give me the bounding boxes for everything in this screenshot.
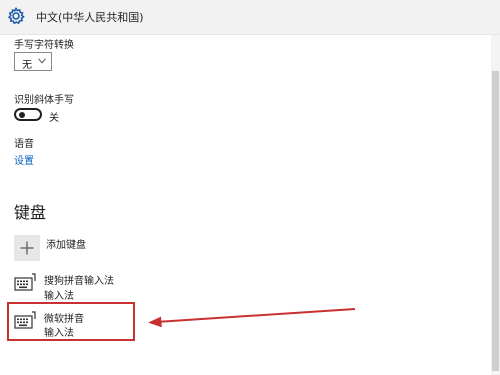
toggle-state-label: 关 <box>49 113 59 124</box>
plus-icon <box>20 241 34 255</box>
add-keyboard-label[interactable]: 添加键盘 <box>46 236 86 251</box>
highlight-box <box>7 302 135 341</box>
keyboard-icon <box>14 273 36 291</box>
toggle-knob <box>19 112 25 118</box>
red-arrow-annotation <box>148 308 356 328</box>
speech-settings-link[interactable]: 设置 <box>14 152 34 167</box>
add-keyboard-button[interactable] <box>14 235 40 261</box>
title-bar: 中文(中华人民共和国) <box>0 0 500 35</box>
handwriting-conversion-label: 手写字符转换 <box>14 40 74 51</box>
scrollbar[interactable] <box>491 35 500 375</box>
speech-label: 语音 <box>14 139 34 150</box>
handwriting-conversion-dropdown[interactable]: 无 <box>14 52 52 71</box>
keyboard-item-name[interactable]: 搜狗拼音输入法 <box>44 272 114 287</box>
italic-handwriting-toggle[interactable] <box>14 108 42 121</box>
chevron-down-icon <box>38 58 46 64</box>
italic-handwriting-label: 识别斜体手写 <box>14 95 74 106</box>
dropdown-selected-value: 无 <box>22 60 32 71</box>
keyboard-item-type: 输入法 <box>44 291 74 302</box>
scrollbar-thumb[interactable] <box>492 71 499 371</box>
keyboard-section-title: 键盘 <box>14 203 47 222</box>
gear-icon[interactable] <box>6 6 26 26</box>
window-title: 中文(中华人民共和国) <box>36 11 144 24</box>
